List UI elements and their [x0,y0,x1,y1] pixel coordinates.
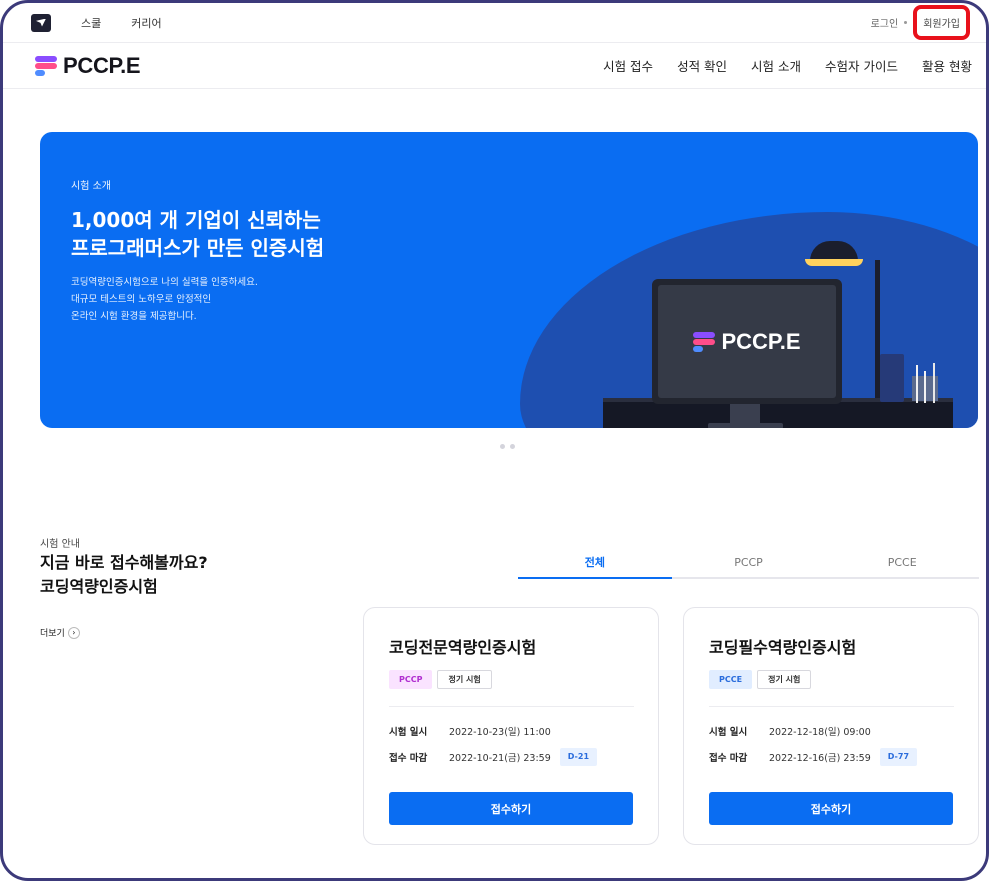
section-title: 지금 바로 접수해볼까요? 코딩역량인증시험 [40,551,208,599]
utility-bar: 스쿨 커리어 로그인 회원가입 [3,3,986,43]
section-title-line: 코딩역량인증시험 [40,577,158,596]
nav-item-usage-status[interactable]: 활용 현황 [922,56,972,75]
hero-title-line: 1,000여 개 기업이 신뢰하는 [71,208,321,232]
tab-pccp[interactable]: PCCP [672,549,826,577]
hero-label: 시험 소개 [71,181,111,192]
apply-button[interactable]: 접수하기 [709,792,953,825]
brand-name: PCCP.E [63,52,141,78]
hero-desc-line: 코딩역량인증시험으로 나의 실력을 인증하세요. [71,277,258,288]
dday-badge: D-77 [879,748,918,766]
exam-date-row: 시험 일시 2022-12-18(일) 09:00 [709,724,871,738]
section-label: 시험 안내 [40,539,80,550]
hero-desc-line: 온라인 시험 환경을 제공합니다. [71,311,197,322]
browser-frame: 스쿨 커리어 로그인 회원가입 PCCP.E 시험 접수 성적 확인 시험 소개… [0,0,989,881]
pencil-illustration [924,371,926,403]
more-link-label: 더보기 [40,629,65,639]
card-divider [389,706,634,707]
auth-links: 로그인 회원가입 [871,5,970,40]
monitor-illustration: PCCP.E [652,279,842,404]
exam-card-pccp: 코딩전문역량인증시험 PCCP 정기 시험 시험 일시 2022-10-23(일… [363,607,659,845]
screen-brand-logo: PCCP.E [693,328,801,355]
brand-mark-icon [693,331,716,352]
util-link-career[interactable]: 커리어 [131,15,161,31]
deadline-label: 접수 마감 [389,753,428,764]
separator-dot [904,21,908,24]
brand-mark-icon [35,55,57,76]
login-link[interactable]: 로그인 [871,15,899,30]
card-tags: PCCP 정기 시험 [389,670,492,689]
nav-items: 시험 접수 성적 확인 시험 소개 수험자 가이드 활용 현황 [603,56,972,75]
deadline-row: 접수 마감 2022-10-21(금) 23:59 D-21 [389,748,598,766]
nav-item-candidate-guide[interactable]: 수험자 가이드 [825,56,898,75]
dday-badge: D-21 [559,748,598,766]
monitor-base-illustration [708,423,783,428]
apply-button[interactable]: 접수하기 [389,792,633,825]
section-title-line: 지금 바로 접수해볼까요? [40,553,208,572]
carousel-dot[interactable] [500,444,505,449]
exam-kind-badge: 정기 시험 [437,670,492,689]
canister-illustration [880,354,904,402]
lamp-light-illustration [805,259,863,266]
nav-item-score-check[interactable]: 성적 확인 [677,56,727,75]
card-title: 코딩전문역량인증시험 [389,638,537,657]
deadline-row: 접수 마감 2022-12-16(금) 23:59 D-77 [709,748,918,766]
pencil-illustration [933,363,935,403]
signup-link[interactable]: 회원가입 [913,5,970,40]
tab-pcce[interactable]: PCCE [825,549,979,577]
hero-text: 시험 소개 1,000여 개 기업이 신뢰하는 프로그래머스가 만든 인증시험 … [71,177,324,325]
deadline-value: 2022-12-16(금) 23:59 [769,753,871,764]
tab-all[interactable]: 전체 [518,549,672,579]
exam-type-badge: PCCP [389,670,433,689]
card-divider [709,706,954,707]
main-nav: PCCP.E 시험 접수 성적 확인 시험 소개 수험자 가이드 활용 현황 [3,43,986,89]
carousel-dot[interactable] [510,444,515,449]
card-tags: PCCE 정기 시험 [709,670,812,689]
exam-kind-badge: 정기 시험 [757,670,812,689]
card-title: 코딩필수역량인증시험 [709,638,857,657]
exam-card-pcce: 코딩필수역량인증시험 PCCE 정기 시험 시험 일시 2022-12-18(일… [683,607,979,845]
hero-title-line: 프로그래머스가 만든 인증시험 [71,236,325,260]
exam-date-label: 시험 일시 [709,727,748,738]
hero-banner[interactable]: 시험 소개 1,000여 개 기업이 신뢰하는 프로그래머스가 만든 인증시험 … [40,132,978,428]
more-link[interactable]: 더보기 › [40,626,80,639]
util-link-school[interactable]: 스쿨 [81,15,101,31]
hero-title: 1,000여 개 기업이 신뢰하는 프로그래머스가 만든 인증시험 [71,206,324,262]
monitor-screen: PCCP.E [658,285,836,398]
exam-type-badge: PCCE [709,670,753,689]
programmers-logo-icon[interactable] [31,13,51,32]
carousel-dots [500,444,515,449]
pencil-illustration [916,365,918,403]
brand-logo[interactable]: PCCP.E [35,52,141,79]
nav-item-exam-intro[interactable]: 시험 소개 [751,56,801,75]
deadline-label: 접수 마감 [709,753,748,764]
exam-date-row: 시험 일시 2022-10-23(일) 11:00 [389,724,551,738]
exam-date-label: 시험 일시 [389,727,428,738]
hero-description: 코딩역량인증시험으로 나의 실력을 인증하세요. 대규모 테스트의 노하우로 안… [71,274,324,325]
hero-desc-line: 대규모 테스트의 노하우로 안정적인 [71,294,212,305]
deadline-value: 2022-10-21(금) 23:59 [449,753,551,764]
nav-item-exam-register[interactable]: 시험 접수 [603,56,653,75]
screen-brand-name: PCCP.E [721,328,801,354]
exam-date-value: 2022-12-18(일) 09:00 [769,727,871,738]
exam-tabs: 전체 PCCP PCCE [518,549,979,579]
exam-date-value: 2022-10-23(일) 11:00 [449,727,551,738]
chevron-right-icon: › [67,626,80,639]
